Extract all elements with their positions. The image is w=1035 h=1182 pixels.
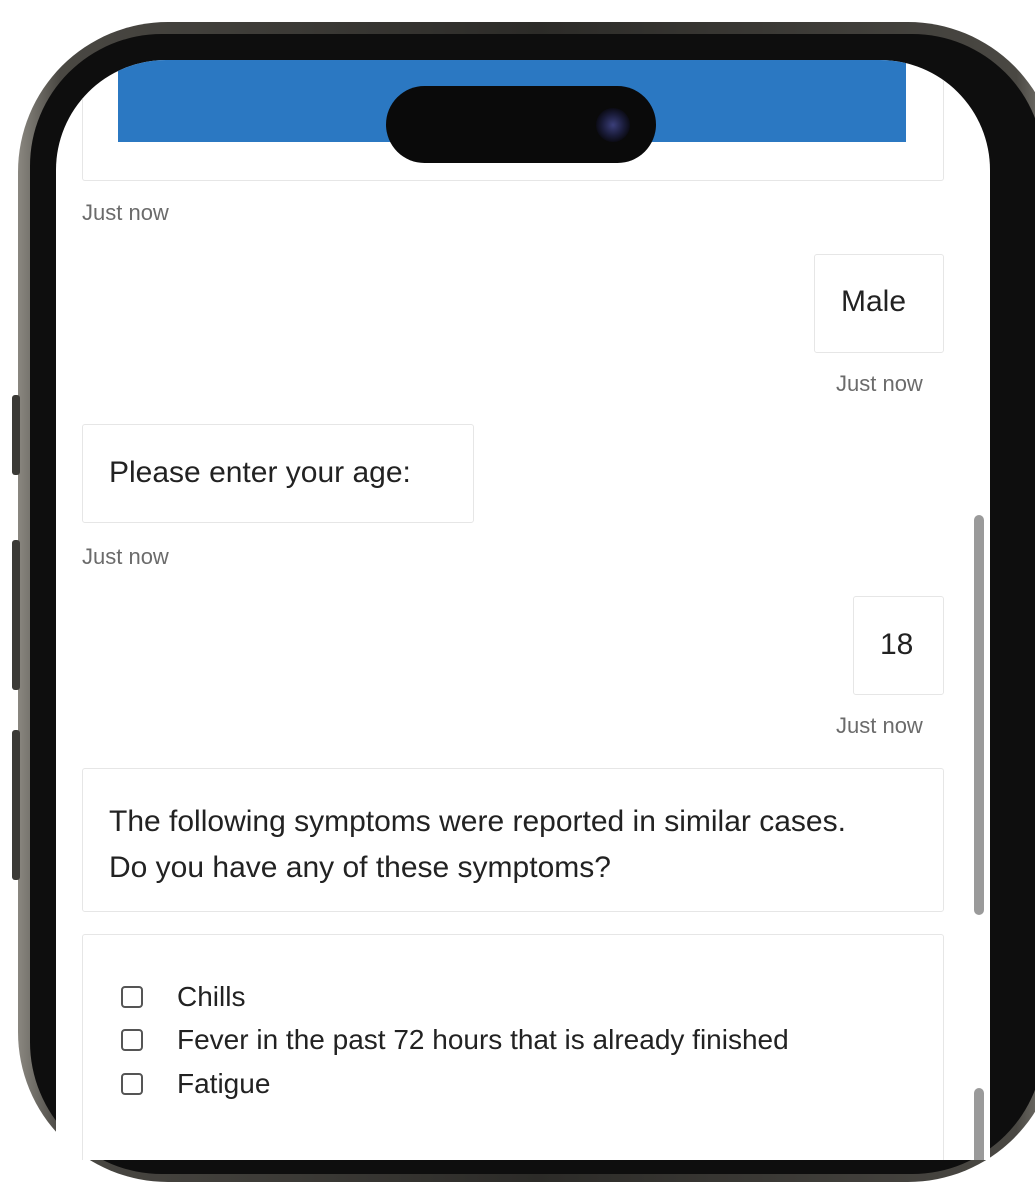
symptom-label: Fatigue: [177, 1068, 271, 1099]
message-text: Male: [841, 285, 907, 318]
message-text: The following symptoms were reported in …: [109, 805, 846, 884]
symptom-checklist: Chills Fever in the past 72 hours that i…: [82, 934, 944, 1160]
bot-message: Please enter your age:: [82, 424, 474, 523]
symptom-label: Chills: [177, 981, 246, 1012]
message-timestamp: Just now: [82, 200, 169, 225]
phone-screen: Just now Male Just now Please enter your…: [56, 60, 990, 1160]
scrollbar-thumb[interactable]: [974, 515, 984, 915]
scrollbar-track-end[interactable]: [974, 1088, 984, 1160]
user-message: Male: [814, 254, 944, 353]
symptom-option[interactable]: Fever in the past 72 hours that is alrea…: [121, 1023, 789, 1057]
camera-icon: [596, 108, 630, 142]
dynamic-island: [386, 86, 656, 163]
phone-side-button: [12, 730, 20, 880]
message-timestamp: Just now: [836, 371, 923, 396]
symptom-checkbox[interactable]: [121, 986, 143, 1008]
message-text: Please enter your age:: [109, 456, 411, 489]
phone-side-button: [12, 540, 20, 690]
message-timestamp: Just now: [82, 544, 169, 569]
phone-side-button: [12, 395, 20, 475]
message-text: 18: [880, 628, 914, 661]
symptom-checkbox[interactable]: [121, 1029, 143, 1051]
symptom-label: Fever in the past 72 hours that is alrea…: [177, 1024, 789, 1055]
symptom-option[interactable]: Chills: [121, 980, 245, 1014]
bot-message: The following symptoms were reported in …: [82, 768, 944, 912]
user-message: 18: [853, 596, 944, 695]
symptom-checkbox[interactable]: [121, 1073, 143, 1095]
message-timestamp: Just now: [836, 713, 923, 738]
